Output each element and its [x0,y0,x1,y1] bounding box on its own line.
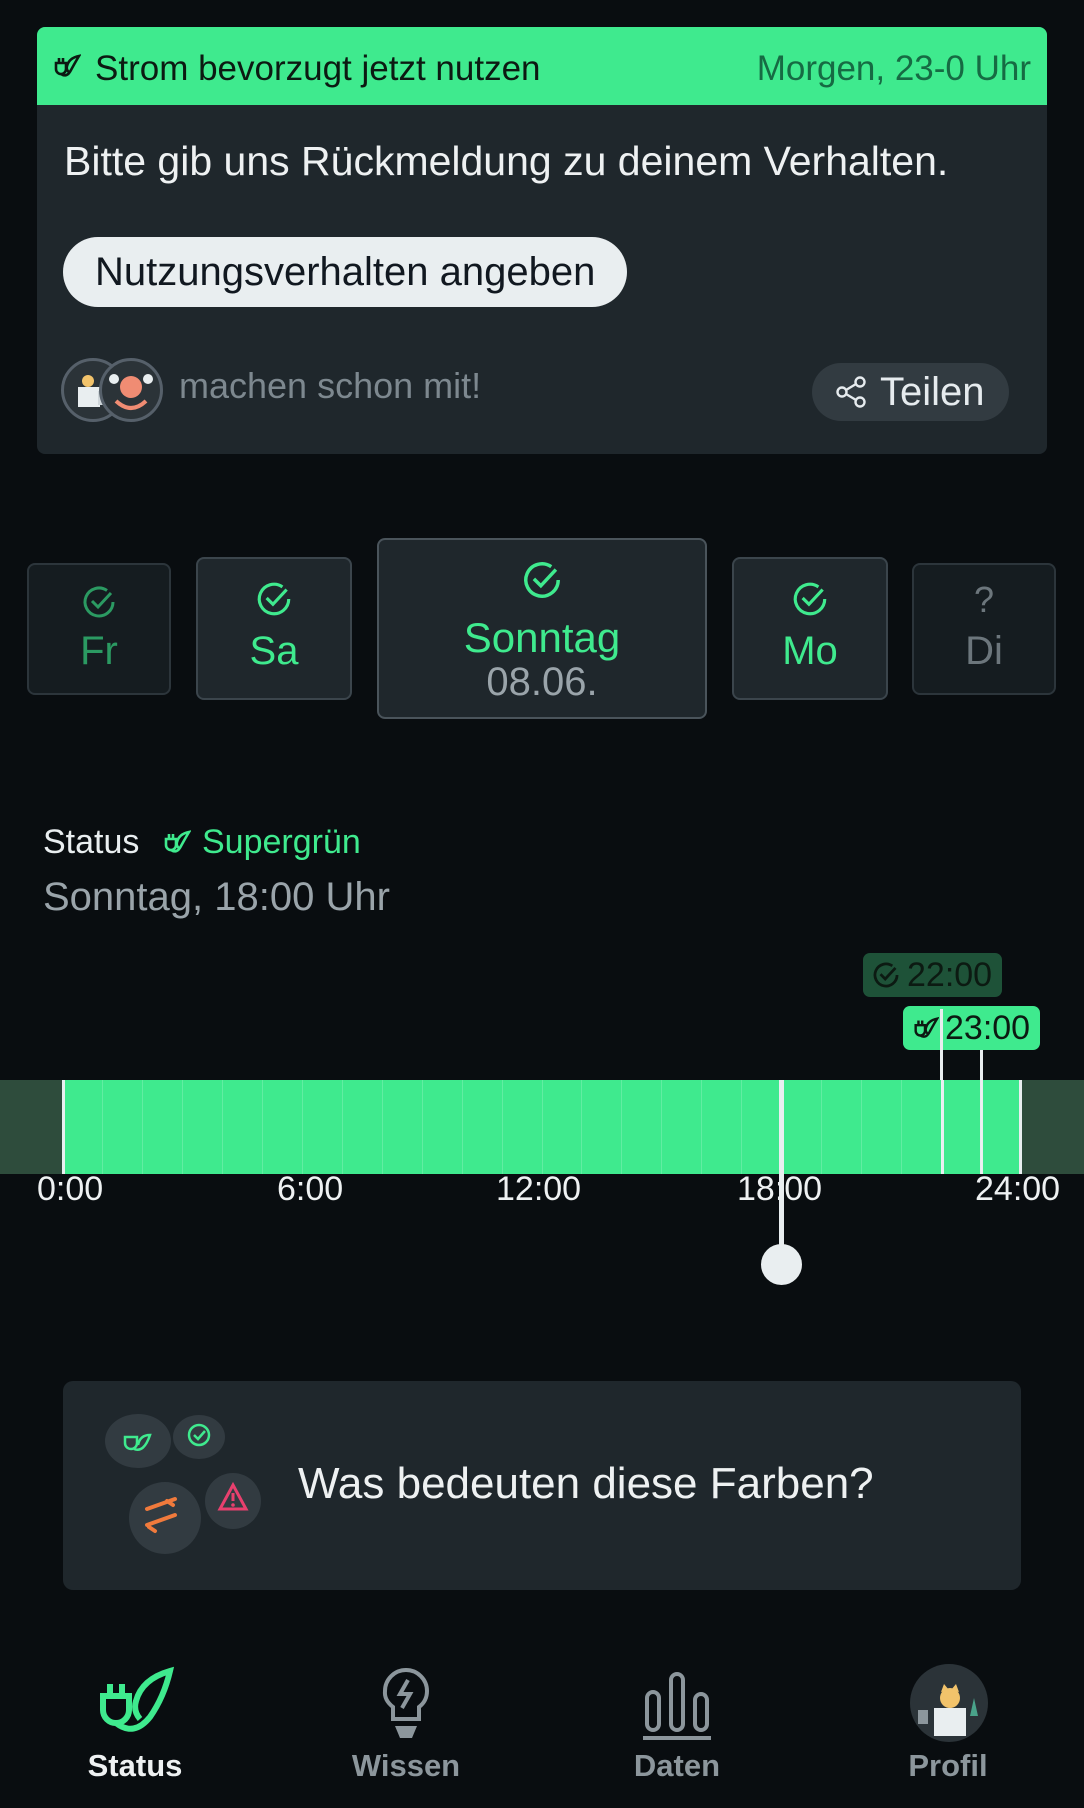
time-handle-line[interactable] [779,1080,784,1260]
status-time: Sonntag, 18:00 Uhr [43,875,390,919]
nav-status[interactable]: Status [35,1630,235,1808]
hour-gridline [381,1080,383,1174]
day-label: Di [965,629,1003,673]
plug-leaf-icon [164,830,191,853]
hour-gridline [501,1080,503,1174]
feedback-question: Bitte gib uns Rückmeldung zu deinem Verh… [64,138,949,184]
day-label: Mo [782,629,838,673]
hour-gridline [941,1080,943,1174]
hour-gridline [461,1080,463,1174]
badge-green-label: 23:00 [945,1009,1031,1047]
hour-gridline [421,1080,423,1174]
status-value: Supergrün [202,823,361,861]
tick-label: 6:00 [277,1170,344,1208]
check-circle-icon [793,582,827,616]
hour-gridline [101,1080,103,1174]
nav-wissen[interactable]: Wissen [306,1630,506,1808]
hour-gridline [581,1080,583,1174]
timeline-bar[interactable] [0,1080,1084,1174]
day-monday[interactable]: Mo [732,557,888,700]
color-legend-card[interactable]: Was bedeuten diese Farben? [63,1381,1021,1590]
hour-gridline [701,1080,703,1174]
hour-gridline [261,1080,263,1174]
hour-gridline [181,1080,183,1174]
check-circle-icon [83,586,115,618]
avatar [99,358,163,422]
notice-header: Strom bevorzugt jetzt nutzen Morgen, 23-… [37,27,1047,105]
badge-done-time: 22:00 [863,953,1003,997]
tick-label: 0:00 [37,1170,104,1208]
hour-gridline [901,1080,903,1174]
nav-label: Profil [908,1748,988,1783]
check-circle-icon [524,562,560,598]
day-sunday-selected[interactable]: Sonntag 08.06. [377,538,707,719]
hour-gridline [141,1080,143,1174]
color-legend-question: Was bedeuten diese Farben? [298,1459,874,1508]
time-handle-knob[interactable] [761,1244,802,1285]
participants-text: machen schon mit! [179,365,482,406]
plug-leaf-icon [914,1017,939,1038]
color-legend-icons [105,1414,261,1554]
share-icon [836,376,866,408]
share-label: Teilen [880,370,985,414]
check-circle-icon [873,962,899,988]
day-friday[interactable]: Fr [27,563,171,695]
lightbulb-head-icon [382,1667,430,1738]
nav-label: Status [87,1748,183,1783]
nav-label: Daten [633,1748,721,1783]
day-date: 08.06. [486,660,598,704]
nav-daten[interactable]: Daten [577,1630,777,1808]
plug-leaf-icon [54,54,81,77]
usage-behavior-button[interactable]: Nutzungsverhalten angeben [63,237,628,307]
nav-profil[interactable]: Profil [848,1630,1048,1808]
notice-card: Strom bevorzugt jetzt nutzen Morgen, 23-… [37,27,1047,454]
nav-label: Wissen [351,1748,461,1783]
notice-time: Morgen, 23-0 Uhr [756,49,1031,88]
day-label: Fr [80,629,118,673]
bar-chart-icon [643,1672,711,1740]
tick-label: 24:00 [975,1170,1061,1208]
day-end-marker [1019,1080,1022,1174]
share-button[interactable]: Teilen [812,363,1009,421]
hour-gridline [821,1080,823,1174]
hour-gridline [301,1080,303,1174]
hour-gridline [621,1080,623,1174]
unknown-icon: ? [973,579,995,620]
hour-gridline [221,1080,223,1174]
hour-gridline [541,1080,543,1174]
day-saturday[interactable]: Sa [196,557,352,700]
hour-gridline [861,1080,863,1174]
hour-gridline [981,1080,983,1174]
tick-label: 12:00 [496,1170,582,1208]
plug-leaf-icon [100,1666,175,1732]
bottom-navigation: Status Wissen Daten Profil [0,1630,1084,1808]
day-label: Sa [249,629,299,673]
badge-green-time: 23:00 [903,1006,1041,1050]
status-label: Status [43,823,140,861]
hour-gridline [341,1080,343,1174]
notice-title: Strom bevorzugt jetzt nutzen [95,49,541,88]
day-tuesday[interactable]: ? Di [912,563,1056,695]
badge-done-label: 22:00 [907,956,993,994]
day-label: Sonntag [463,614,621,661]
day-start-marker [62,1080,65,1174]
check-circle-icon [257,582,291,616]
hour-gridline [661,1080,663,1174]
hour-gridline [741,1080,743,1174]
profile-avatar-icon [910,1664,988,1742]
